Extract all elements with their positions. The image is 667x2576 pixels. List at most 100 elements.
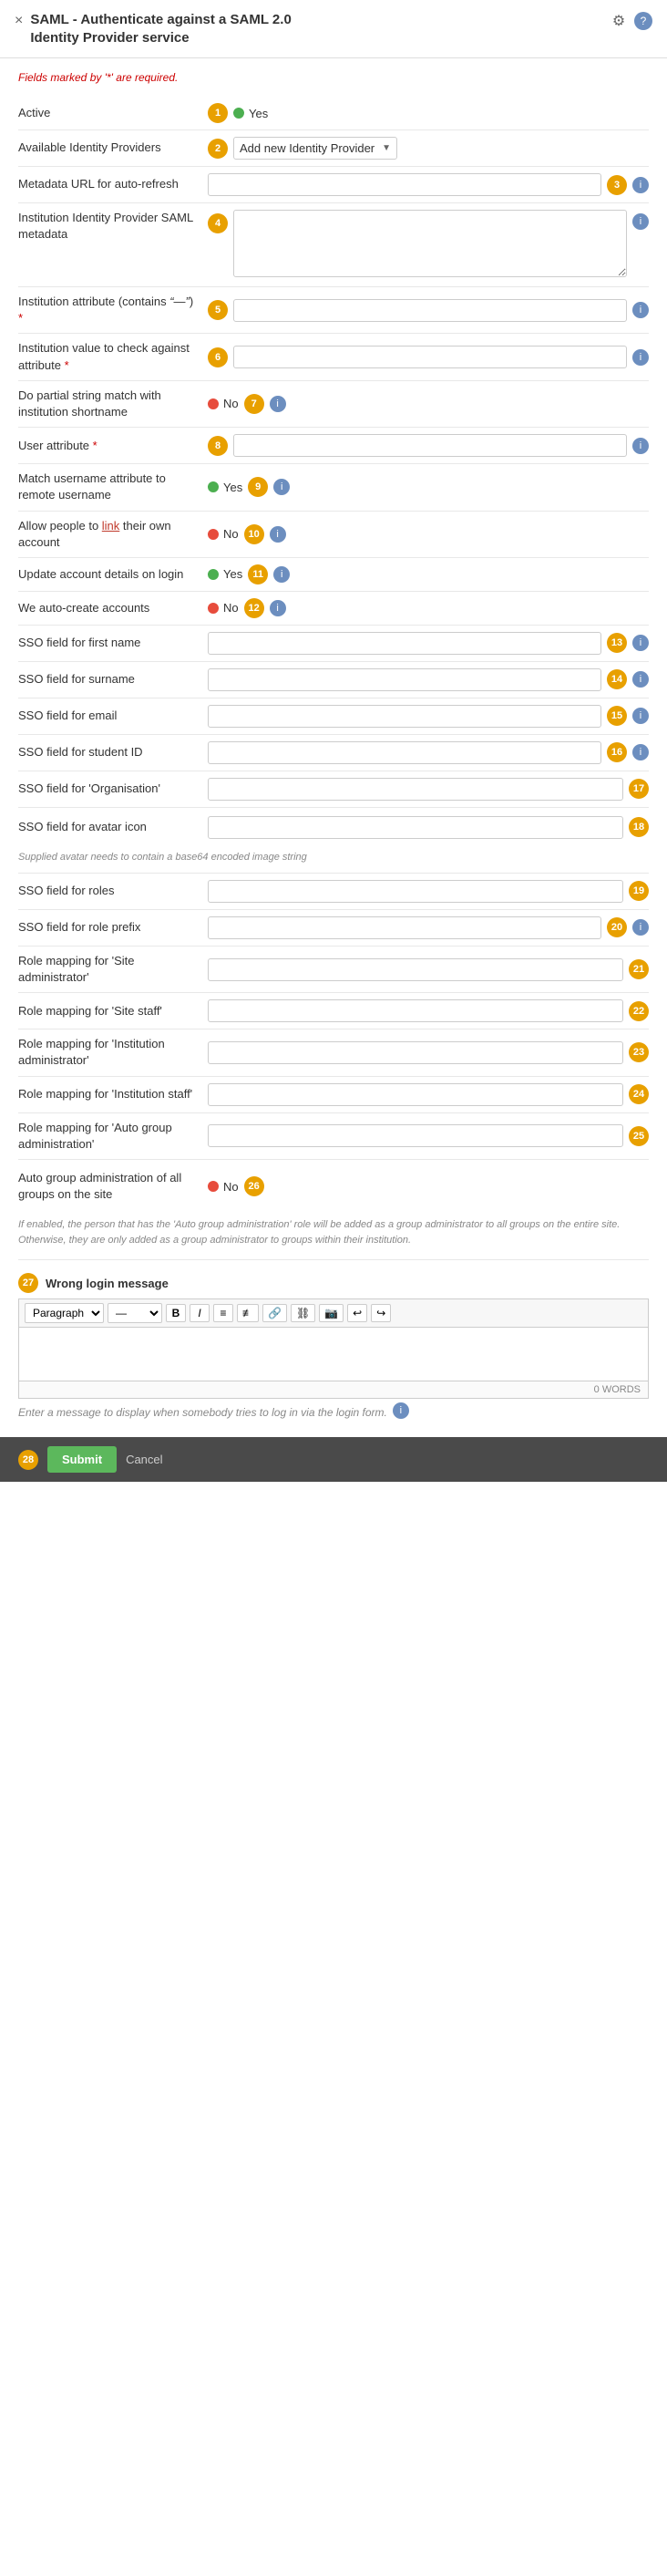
header: × SAML - Authenticate against a SAML 2.0…: [0, 0, 667, 58]
info-icon-5[interactable]: i: [632, 302, 649, 318]
saml-meta-textarea[interactable]: [233, 210, 627, 277]
info-icon-13[interactable]: i: [632, 635, 649, 651]
info-icon-9[interactable]: i: [273, 479, 290, 495]
step-badge-5: 5: [208, 300, 228, 320]
control-partial-match: No 7 i: [208, 394, 649, 414]
idp-select[interactable]: Add new Identity Provider ▼: [233, 137, 397, 160]
info-icon-14[interactable]: i: [632, 671, 649, 688]
form-row-role-inst-admin: Role mapping for 'Institution administra…: [18, 1029, 649, 1076]
info-icon-10[interactable]: i: [270, 526, 286, 543]
sso-surname-input[interactable]: [208, 668, 601, 691]
rte-content-area[interactable]: [18, 1327, 649, 1381]
label-autocreate: We auto-create accounts: [18, 600, 200, 616]
role-autogroup-input[interactable]: [208, 1124, 623, 1147]
step-badge-4: 4: [208, 213, 228, 233]
toggle-value-active: Yes: [249, 107, 268, 120]
sso-studentid-input[interactable]: [208, 741, 601, 764]
info-icon-3[interactable]: i: [632, 177, 649, 193]
info-icon-7[interactable]: i: [270, 396, 286, 412]
label-sso-roles: SSO field for roles: [18, 883, 200, 899]
page-title: SAML - Authenticate against a SAML 2.0 I…: [30, 11, 340, 47]
step-badge-21: 21: [629, 959, 649, 979]
info-icon-27[interactable]: i: [393, 1402, 409, 1419]
toggle-update-account[interactable]: Yes: [208, 567, 242, 581]
form-row-sso-role-prefix: SSO field for role prefix 20 i: [18, 910, 649, 947]
info-icon-20[interactable]: i: [632, 919, 649, 936]
control-update-account: Yes 11 i: [208, 564, 649, 585]
help-icon[interactable]: ?: [634, 12, 652, 30]
sso-roles-input[interactable]: [208, 880, 623, 903]
form-row-sso-roles: SSO field for roles 19: [18, 874, 649, 910]
role-site-staff-input[interactable]: [208, 999, 623, 1022]
label-sso-surname: SSO field for surname: [18, 671, 200, 688]
toggle-partial-match[interactable]: No: [208, 397, 239, 410]
sso-role-prefix-input[interactable]: [208, 916, 601, 939]
sso-avatar-input[interactable]: [208, 816, 623, 839]
step-badge-26: 26: [244, 1176, 264, 1196]
rte-link-button[interactable]: 🔗: [262, 1304, 287, 1322]
inst-attr-input[interactable]: [233, 299, 627, 322]
rte-bold-button[interactable]: B: [166, 1304, 186, 1322]
toggle-autocreate[interactable]: No: [208, 601, 239, 615]
role-inst-admin-input[interactable]: [208, 1041, 623, 1064]
step-badge-10: 10: [244, 524, 264, 544]
step-badge-8: 8: [208, 436, 228, 456]
role-inst-staff-input[interactable]: [208, 1083, 623, 1106]
sso-email-input[interactable]: [208, 705, 601, 728]
role-site-admin-input[interactable]: [208, 958, 623, 981]
step-badge-23: 23: [629, 1042, 649, 1062]
rte-style-select[interactable]: —: [108, 1303, 162, 1323]
label-match-username: Match username attribute to remote usern…: [18, 471, 200, 503]
label-role-site-admin: Role mapping for 'Site administrator': [18, 953, 200, 986]
control-inst-value: 6 i: [208, 346, 649, 368]
submit-button[interactable]: Submit: [47, 1446, 117, 1473]
rte-ul-button[interactable]: ≡: [213, 1304, 233, 1322]
label-sso-role-prefix: SSO field for role prefix: [18, 919, 200, 936]
cancel-link[interactable]: Cancel: [126, 1453, 162, 1466]
form-row-autocreate: We auto-create accounts No 12 i: [18, 592, 649, 626]
info-icon-8[interactable]: i: [632, 438, 649, 454]
header-left: × SAML - Authenticate against a SAML 2.0…: [15, 11, 340, 47]
toggle-value-autogroup: No: [223, 1180, 239, 1194]
toggle-dot-link: [208, 529, 219, 540]
step-badge-17: 17: [629, 779, 649, 799]
step-badge-15: 15: [607, 706, 627, 726]
info-icon-16[interactable]: i: [632, 744, 649, 760]
control-match-username: Yes 9 i: [208, 477, 649, 497]
info-icon-11[interactable]: i: [273, 566, 290, 583]
rte-section: 27 Wrong login message Paragraph — B I ≡…: [18, 1264, 649, 1419]
form-row-link-account: Allow people to link their own account N…: [18, 512, 649, 558]
form-row-update-account: Update account details on login Yes 11 i: [18, 558, 649, 592]
rte-ol-button[interactable]: ≢: [237, 1304, 259, 1322]
toggle-match-username[interactable]: Yes: [208, 481, 242, 494]
user-attr-input[interactable]: [233, 434, 627, 457]
rte-italic-button[interactable]: I: [190, 1304, 210, 1322]
info-icon-4[interactable]: i: [632, 213, 649, 230]
sso-firstname-input[interactable]: [208, 632, 601, 655]
rte-redo-button[interactable]: ↪: [371, 1304, 391, 1322]
toggle-dot-autogroup: [208, 1181, 219, 1192]
info-icon-6[interactable]: i: [632, 349, 649, 366]
toggle-active[interactable]: Yes: [233, 107, 268, 120]
info-icon-15[interactable]: i: [632, 708, 649, 724]
toggle-autogroup-site[interactable]: No: [208, 1180, 239, 1194]
rte-label-text: Wrong login message: [46, 1277, 169, 1290]
rte-image-button[interactable]: 📷: [319, 1304, 344, 1322]
rte-undo-button[interactable]: ↩: [347, 1304, 367, 1322]
control-autogroup-site: No 26: [208, 1176, 649, 1196]
sso-org-input[interactable]: [208, 778, 623, 801]
metadata-url-input[interactable]: [208, 173, 601, 196]
rte-paragraph-select[interactable]: Paragraph: [25, 1303, 104, 1323]
info-icon-12[interactable]: i: [270, 600, 286, 616]
control-sso-surname: 14 i: [208, 668, 649, 691]
link-word[interactable]: link: [102, 519, 120, 533]
gear-icon[interactable]: ⚙: [609, 11, 629, 31]
close-button[interactable]: ×: [15, 13, 23, 29]
toggle-link-account[interactable]: No: [208, 527, 239, 541]
rte-unlink-button[interactable]: ⛓: [291, 1304, 315, 1322]
label-autogroup-site: Auto group administration of all groups …: [18, 1170, 200, 1203]
inst-value-input[interactable]: [233, 346, 627, 368]
step-badge-27: 27: [18, 1273, 38, 1293]
form-row-active: Active 1 Yes: [18, 97, 649, 130]
form-row-role-site-admin: Role mapping for 'Site administrator' 21: [18, 947, 649, 993]
